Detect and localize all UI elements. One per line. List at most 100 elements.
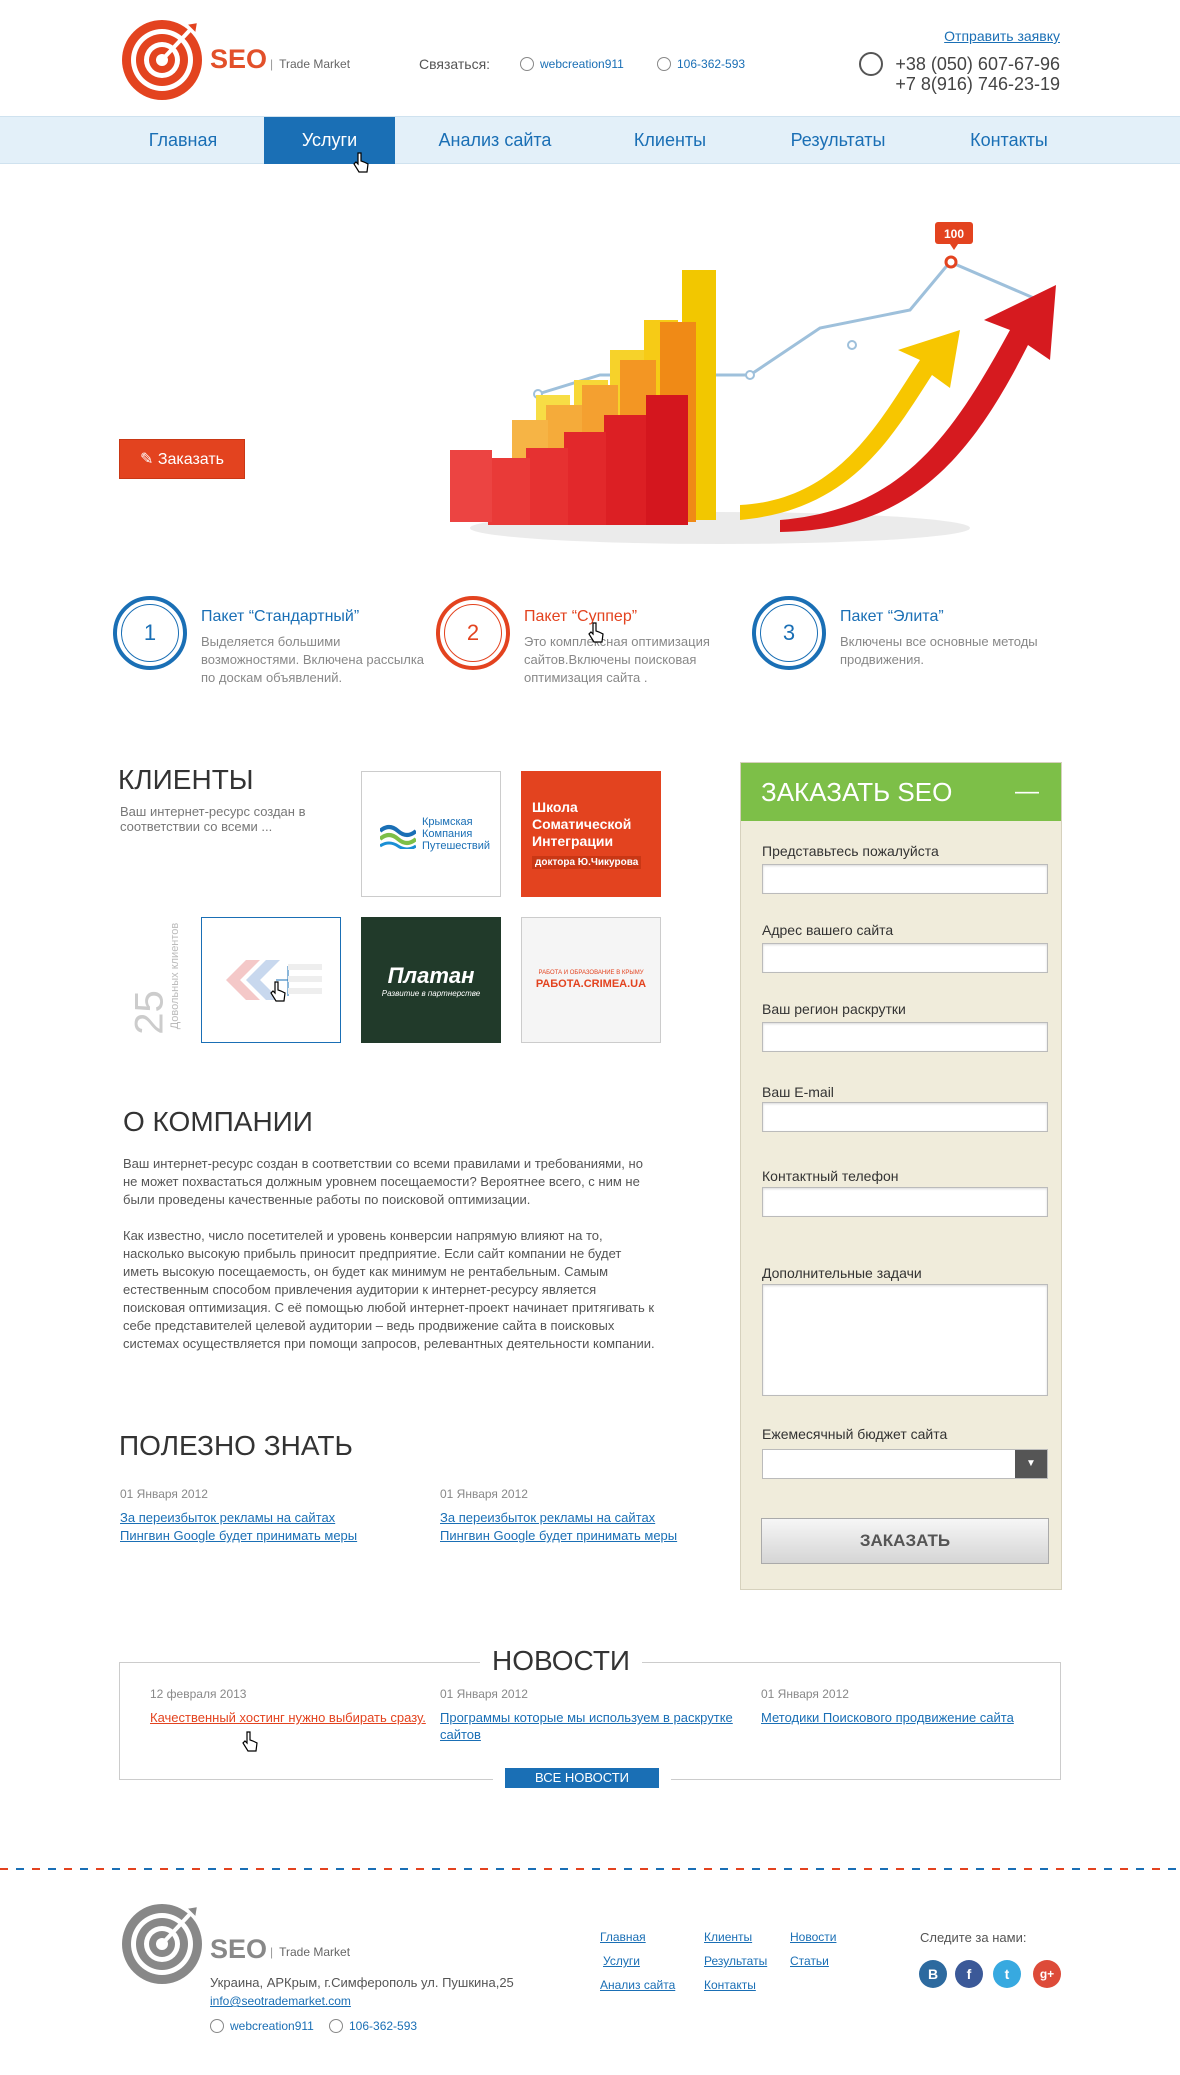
news-item: 12 февраля 2013 Качественный хостинг нуж… — [150, 1687, 430, 1726]
clients-description: Ваш интернет-ресурс создан в соответстви… — [120, 804, 306, 834]
package-description: Включены все основные методы продвижения… — [840, 634, 1038, 667]
pencil-icon: ✎ — [139, 451, 158, 468]
client-logo-faded[interactable] — [201, 917, 341, 1043]
send-request-link[interactable]: Отправить заявку — [944, 28, 1060, 44]
footer-logo-target-icon[interactable] — [120, 1902, 204, 1986]
nav-home[interactable]: Главная — [130, 117, 236, 164]
footer-link-articles[interactable]: Статьи — [790, 1954, 829, 1968]
icq-icon — [329, 2019, 343, 2033]
growth-chart-illustration: 100 — [450, 222, 1056, 544]
package-number: 1 — [121, 604, 179, 662]
vk-icon[interactable]: В — [919, 1960, 947, 1988]
client-name: Школа Соматической Интеграции — [532, 799, 632, 849]
useful-item: 01 Января 2012 За переизбыток рекламы на… — [120, 1487, 390, 1545]
footer-link-services[interactable]: Услуги — [603, 1954, 640, 1968]
footer-divider — [0, 1868, 1180, 1870]
client-logo-somatic-school[interactable]: Школа Соматической Интеграции доктора Ю.… — [521, 771, 661, 897]
google-plus-icon[interactable]: g+ — [1033, 1960, 1061, 1988]
client-subtitle: Развитие в партнерстве — [381, 988, 481, 998]
package-standard[interactable]: 1 Пакет “Стандартный” Выделяется большим… — [113, 596, 433, 688]
package-number-circle: 1 — [113, 596, 187, 670]
about-paragraph: Ваш интернет-ресурс создан в соответстви… — [123, 1156, 643, 1207]
about-heading: О КОМПАНИИ — [123, 1106, 313, 1137]
nav-services[interactable]: Услуги — [264, 117, 395, 164]
order-seo-form: ЗАКАЗАТЬ SEO — Представьтесь пожалуйста … — [740, 762, 1062, 1590]
facebook-icon[interactable]: f — [955, 1960, 983, 1988]
footer-link-clients[interactable]: Клиенты — [704, 1930, 752, 1944]
nav-site-analysis[interactable]: Анализ сайта — [420, 117, 570, 164]
region-field[interactable] — [762, 1022, 1048, 1052]
footer-icq[interactable]: 106-362-593 — [329, 2019, 417, 2033]
client-subtitle: доктора Ю.Чикурова — [532, 856, 642, 869]
name-label: Представьтесь пожалуйста — [762, 843, 939, 859]
name-field[interactable] — [762, 864, 1048, 894]
client-name: Платан — [387, 962, 475, 988]
package-title[interactable]: Пакет “Суппер” — [524, 608, 637, 626]
footer-link-analysis[interactable]: Анализ сайта — [600, 1978, 675, 1992]
icq-contact[interactable]: 106-362-593 — [657, 57, 745, 71]
useful-link[interactable]: За переизбыток рекламы на сайтах — [120, 1509, 390, 1527]
news-link[interactable]: Программы которые мы используем в раскру… — [440, 1709, 740, 1743]
useful-link[interactable]: Пингвин Google будет принимать меры — [120, 1527, 390, 1545]
site-url-label: Адрес вашего сайта — [762, 922, 894, 938]
tasks-textarea[interactable] — [762, 1284, 1048, 1396]
client-logo: Крымская Компания Путешествий — [380, 816, 490, 852]
phone-label: Контактный телефон — [762, 1168, 899, 1184]
footer-link-results[interactable]: Результаты — [704, 1954, 767, 1968]
package-title[interactable]: Пакет “Элита” — [840, 608, 944, 626]
footer-logo-text[interactable]: SEO — [210, 1934, 267, 1965]
client-logo-crimea-travel[interactable]: Крымская Компания Путешествий — [361, 771, 501, 897]
logo-target-icon[interactable] — [120, 18, 204, 102]
main-nav: Главная Услуги Анализ сайта Клиенты Резу… — [0, 116, 1180, 164]
submit-order-button[interactable]: ЗАКАЗАТЬ — [761, 1518, 1049, 1564]
logo-text[interactable]: SEO — [210, 44, 267, 75]
waves-icon — [380, 819, 416, 849]
client-logo-platan[interactable]: Платан Развитие в партнерстве — [361, 917, 501, 1043]
client-logo-rabota-crimea[interactable]: РАБОТА И ОБРАЗОВАНИЕ В КРЫМУ РАБОТА.CRIM… — [521, 917, 661, 1043]
twitter-icon[interactable]: t — [993, 1960, 1021, 1988]
site-url-field[interactable] — [762, 943, 1048, 973]
phone-field[interactable] — [762, 1187, 1048, 1217]
about-text: Ваш интернет-ресурс создан в соответстви… — [123, 1155, 658, 1371]
news-link[interactable]: Методики Поискового продвижение сайта — [761, 1709, 1041, 1726]
chevron-down-icon[interactable]: ▼ — [1015, 1450, 1047, 1478]
footer-skype[interactable]: webcreation911 — [210, 2019, 314, 2033]
collapse-icon[interactable]: — — [1015, 763, 1039, 821]
clients-count-label: Довольных клиентов — [169, 922, 181, 1030]
news-link[interactable]: Качественный хостинг нужно выбирать сраз… — [150, 1709, 430, 1726]
nav-results[interactable]: Результаты — [770, 117, 906, 164]
clients-count: 25 — [127, 990, 172, 1035]
phone-icon — [859, 52, 883, 76]
useful-link[interactable]: Пингвин Google будет принимать меры — [440, 1527, 710, 1545]
package-number: 2 — [444, 604, 502, 662]
icq-number[interactable]: 106-362-593 — [677, 57, 745, 71]
news-date: 01 Января 2012 — [761, 1687, 849, 1701]
skype-icon — [520, 57, 534, 71]
skype-contact[interactable]: webcreation911 — [520, 57, 624, 71]
nav-contacts[interactable]: Контакты — [948, 117, 1070, 164]
form-title: ЗАКАЗАТЬ SEO — [761, 777, 953, 807]
package-elite[interactable]: 3 Пакет “Элита” Включены все основные ме… — [752, 596, 1072, 688]
footer-link-news[interactable]: Новости — [790, 1930, 836, 1944]
footer-link-contacts[interactable]: Контакты — [704, 1978, 756, 1992]
package-number: 3 — [760, 604, 818, 662]
useful-link[interactable]: За переизбыток рекламы на сайтах — [440, 1509, 710, 1527]
hand-cursor-icon — [588, 622, 604, 643]
clients-heading: КЛИЕНТЫ — [118, 764, 254, 795]
phone-1: +38 (050) 607-67-96 — [895, 54, 1060, 74]
about-paragraph: Как известно, число посетителей и уровен… — [123, 1228, 655, 1351]
all-news-button[interactable]: ВСЕ НОВОСТИ — [493, 1768, 671, 1788]
nav-clients[interactable]: Клиенты — [612, 117, 728, 164]
budget-select[interactable]: ▼ — [762, 1449, 1048, 1479]
skype-id[interactable]: webcreation911 — [540, 57, 624, 71]
footer-icq-number[interactable]: 106-362-593 — [349, 2019, 417, 2033]
news-item: 01 Января 2012 Программы которые мы испо… — [440, 1687, 740, 1743]
email-field[interactable] — [762, 1102, 1048, 1132]
order-button[interactable]: ✎ Заказать — [119, 439, 245, 479]
package-title[interactable]: Пакет “Стандартный” — [201, 608, 359, 626]
chart-badge: 100 — [944, 227, 964, 241]
footer-email-link[interactable]: info@seotrademarket.com — [210, 1994, 351, 2008]
footer-skype-id[interactable]: webcreation911 — [230, 2019, 314, 2033]
footer-link-home[interactable]: Главная — [600, 1930, 646, 1944]
region-label: Ваш регион раскрутки — [762, 1001, 906, 1017]
